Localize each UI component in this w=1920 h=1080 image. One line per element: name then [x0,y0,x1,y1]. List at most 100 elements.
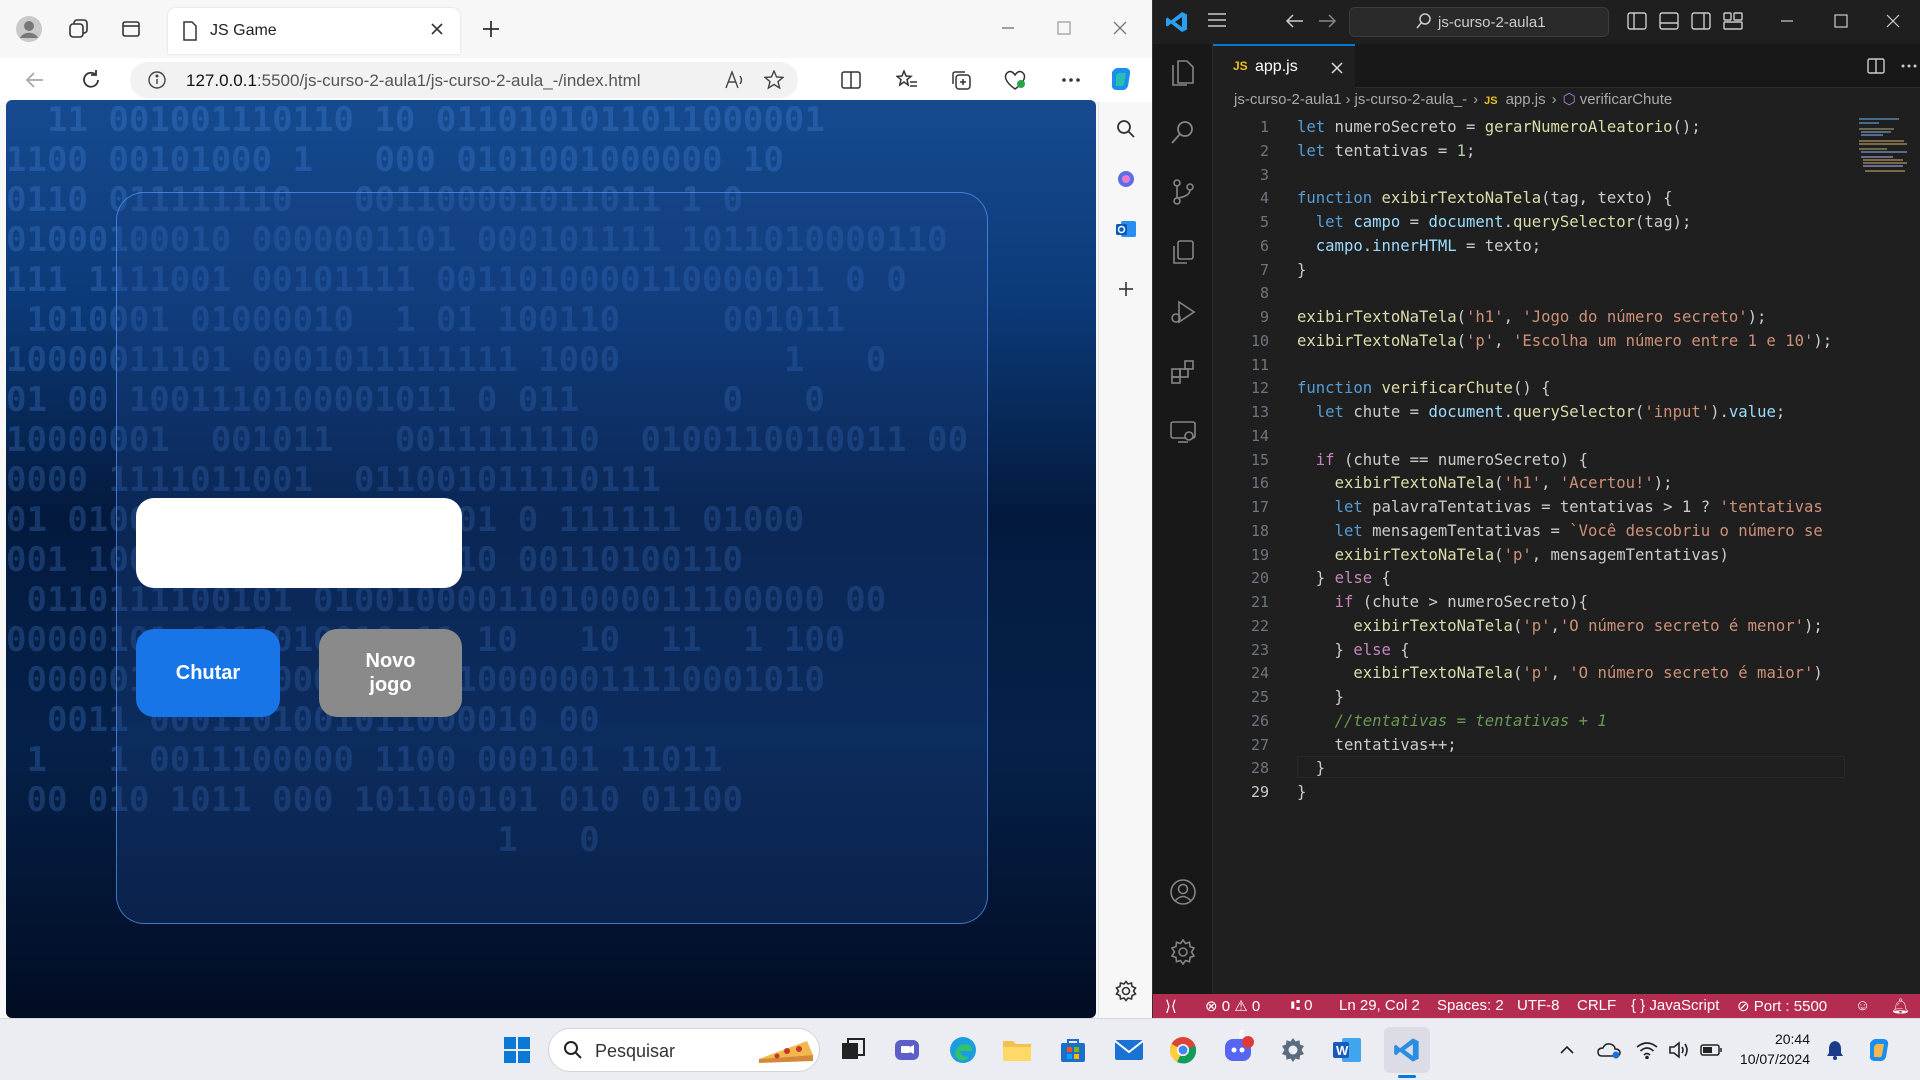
file-explorer-icon[interactable] [998,1031,1036,1069]
nav-forward-icon[interactable] [1317,12,1337,30]
breadcrumb-folder[interactable]: js-curso-2-aula1 [1234,91,1342,108]
split-editor-icon[interactable] [1867,58,1885,74]
read-aloud-icon[interactable] [724,70,746,90]
favorite-star-icon[interactable] [764,70,784,90]
code-line[interactable]: let mensagemTentativas = `Você descobriu… [1297,520,1837,544]
copy-files-icon[interactable] [1165,234,1201,270]
sidebar-add-icon[interactable] [1109,272,1143,306]
encoding[interactable]: UTF-8 [1517,997,1560,1014]
live-server-port[interactable]: ⊘ Port : 5500 [1737,997,1827,1015]
browser-essentials-icon[interactable] [998,63,1032,97]
code-line[interactable]: //tentativas = tentativas + 1 [1297,710,1837,734]
start-icon[interactable] [498,1031,536,1069]
code-line[interactable] [1297,164,1837,188]
vertical-tabs-icon[interactable] [114,12,148,46]
tab-close-icon[interactable] [1329,60,1345,76]
close-icon[interactable] [426,18,448,40]
battery-icon[interactable] [1692,1031,1730,1069]
sidebar-settings-icon[interactable] [1109,974,1143,1008]
code-line[interactable]: if (chute > numeroSecreto){ [1297,591,1837,615]
customize-layout-icon[interactable] [1723,12,1743,30]
language-mode[interactable]: { } JavaScript [1631,997,1719,1014]
settings-icon[interactable] [1274,1031,1312,1069]
profile-icon[interactable] [12,12,46,46]
info-icon[interactable] [148,71,166,89]
nav-back-icon[interactable] [1285,12,1305,30]
vs-maximize-icon[interactable] [1833,13,1849,29]
run-debug-icon[interactable] [1165,294,1201,330]
minimap[interactable] [1849,116,1909,176]
code-line[interactable]: if (chute == numeroSecreto) { [1297,449,1837,473]
notifications-bell-icon[interactable]: 🔔︎ [1891,997,1910,1015]
chrome-icon[interactable] [1164,1031,1202,1069]
new-game-button[interactable]: Novo jogo [319,629,462,717]
code-lines[interactable]: let numeroSecreto = gerarNumeroAleatorio… [1297,116,1837,805]
code-line[interactable]: campo.innerHTML = texto; [1297,235,1837,259]
source-control-icon[interactable] [1165,174,1201,210]
breadcrumb-subfolder[interactable]: js-curso-2-aula_- [1355,91,1468,108]
show-hidden-icons-icon[interactable] [1548,1031,1586,1069]
feedback-icon[interactable]: ☺ [1855,997,1870,1014]
command-center-search[interactable]: js-curso-2-aula1 [1349,7,1609,37]
breadcrumb-file[interactable]: app.js [1506,91,1546,108]
minimize-icon[interactable] [986,10,1030,46]
new-tab-icon[interactable] [474,12,508,46]
code-line[interactable] [1297,425,1837,449]
refresh-icon[interactable] [74,63,108,97]
collections-icon[interactable] [944,63,978,97]
code-line[interactable]: let palavraTentativas = tentativas > 1 ?… [1297,496,1837,520]
code-line[interactable]: function verificarChute() { [1297,377,1837,401]
task-view-icon[interactable] [834,1031,872,1069]
code-line[interactable]: let numeroSecreto = gerarNumeroAleatorio… [1297,116,1837,140]
browser-tab[interactable]: JS Game [168,8,460,54]
word-icon[interactable]: W [1328,1031,1366,1069]
problems-indicator[interactable]: ⊗ 0 ⚠ 0 [1205,997,1260,1015]
onedrive-icon[interactable] [1590,1031,1628,1069]
edge-icon[interactable] [944,1031,982,1069]
tab-app-js[interactable]: JS app.js [1213,44,1355,88]
code-line[interactable]: } else { [1297,567,1837,591]
menu-icon[interactable] [1207,12,1227,28]
code-line[interactable] [1297,282,1837,306]
outlook-icon[interactable] [1109,212,1143,246]
teams-meet-icon[interactable] [888,1031,926,1069]
explorer-icon[interactable] [1165,54,1201,90]
maximize-icon[interactable] [1042,10,1086,46]
code-line[interactable]: let chute = document.querySelector('inpu… [1297,401,1837,425]
mail-icon[interactable] [1110,1031,1148,1069]
code-line[interactable]: exibirTextoNaTela('p', mensagemTentativa… [1297,544,1837,568]
clock-date[interactable]: 10/07/2024 [1730,1051,1810,1067]
code-line[interactable]: } [1297,259,1837,283]
favorites-icon[interactable] [890,63,924,97]
code-line[interactable]: exibirTextoNaTela('h1', 'Acertou!'); [1297,472,1837,496]
code-line[interactable]: function exibirTextoNaTela(tag, texto) { [1297,187,1837,211]
code-line[interactable]: } else { [1297,639,1837,663]
breadcrumb-symbol[interactable]: verificarChute [1580,91,1673,108]
discord-icon[interactable]: 6 [1220,1029,1258,1069]
code-line[interactable]: exibirTextoNaTela('p', 'O número secreto… [1297,662,1837,686]
ports-indicator[interactable]: ⑆ 0 [1291,997,1313,1014]
notifications-icon[interactable] [1816,1031,1854,1069]
taskbar-search[interactable]: Pesquisar [548,1028,820,1072]
code-line[interactable]: } [1297,686,1837,710]
vs-minimize-icon[interactable] [1779,13,1795,29]
code-line[interactable]: } [1297,781,1837,805]
remote-indicator-icon[interactable]: ⟩⟨ [1165,997,1177,1015]
toggle-sidebar-icon[interactable] [1627,12,1647,30]
more-options-icon[interactable] [1054,63,1088,97]
workspaces-icon[interactable] [62,12,96,46]
code-line[interactable]: exibirTextoNaTela('p', 'Escolha um númer… [1297,330,1837,354]
code-line[interactable]: tentativas++; [1297,734,1837,758]
sidebar-copilot-app-icon[interactable] [1109,162,1143,196]
sidebar-search-icon[interactable] [1109,112,1143,146]
vscode-taskbar-icon[interactable] [1384,1027,1430,1073]
toggle-panel-icon[interactable] [1659,12,1679,30]
code-line[interactable]: let tentativas = 1; [1297,140,1837,164]
line-ending[interactable]: CRLF [1577,997,1616,1014]
toggle-secondary-sidebar-icon[interactable] [1691,12,1711,30]
store-icon[interactable] [1054,1031,1092,1069]
editor-more-icon[interactable] [1901,64,1917,68]
cursor-position[interactable]: Ln 29, Col 2 [1339,997,1420,1014]
indentation[interactable]: Spaces: 2 [1437,997,1504,1014]
code-line[interactable]: exibirTextoNaTela('p','O número secreto … [1297,615,1837,639]
